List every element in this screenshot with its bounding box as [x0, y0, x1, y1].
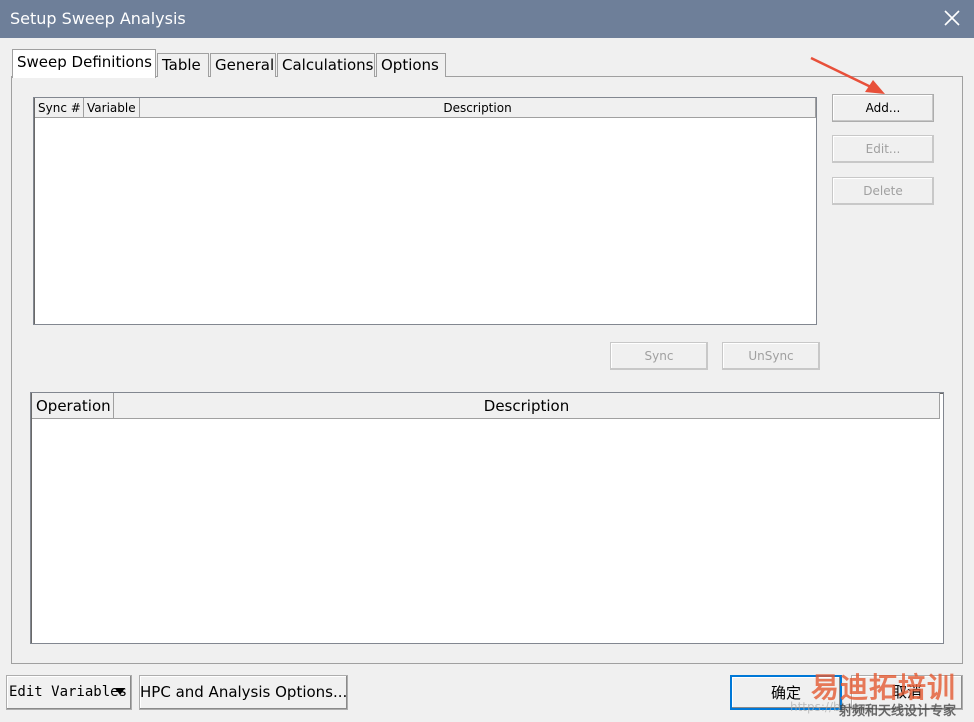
unsync-button[interactable]: UnSync — [722, 342, 820, 370]
column-header-variable[interactable]: Variable — [84, 98, 140, 118]
edit-variables-label: Edit Variables — [9, 684, 128, 700]
sweep-definitions-list[interactable]: Sync # Variable Description — [33, 97, 817, 325]
annotation-arrow-icon — [810, 56, 885, 94]
tab-general[interactable]: General — [210, 53, 276, 77]
operation-list[interactable]: Operation Description — [30, 392, 944, 644]
tab-table[interactable]: Table — [157, 53, 209, 77]
dropdown-arrow-icon — [115, 688, 125, 695]
column-header-operation-description[interactable]: Description — [114, 393, 940, 419]
delete-button[interactable]: Delete — [832, 177, 934, 205]
cancel-button[interactable]: 取消 — [851, 675, 963, 710]
window-title: Setup Sweep Analysis — [10, 9, 186, 28]
column-header-operation[interactable]: Operation — [32, 393, 114, 419]
edit-variables-button[interactable]: Edit Variables — [6, 675, 132, 710]
column-header-description[interactable]: Description — [140, 98, 816, 118]
sync-button[interactable]: Sync — [610, 342, 708, 370]
ok-button[interactable]: 确定 — [730, 675, 842, 710]
close-icon[interactable] — [940, 6, 964, 30]
title-bar: Setup Sweep Analysis — [0, 0, 974, 38]
edit-button[interactable]: Edit... — [832, 135, 934, 163]
tab-sweep-definitions[interactable]: Sweep Definitions — [12, 49, 156, 78]
column-header-sync[interactable]: Sync # — [35, 98, 84, 118]
hpc-analysis-options-button[interactable]: HPC and Analysis Options... — [139, 675, 348, 710]
tab-calculations[interactable]: Calculations — [277, 53, 375, 77]
tab-options[interactable]: Options — [376, 53, 446, 77]
